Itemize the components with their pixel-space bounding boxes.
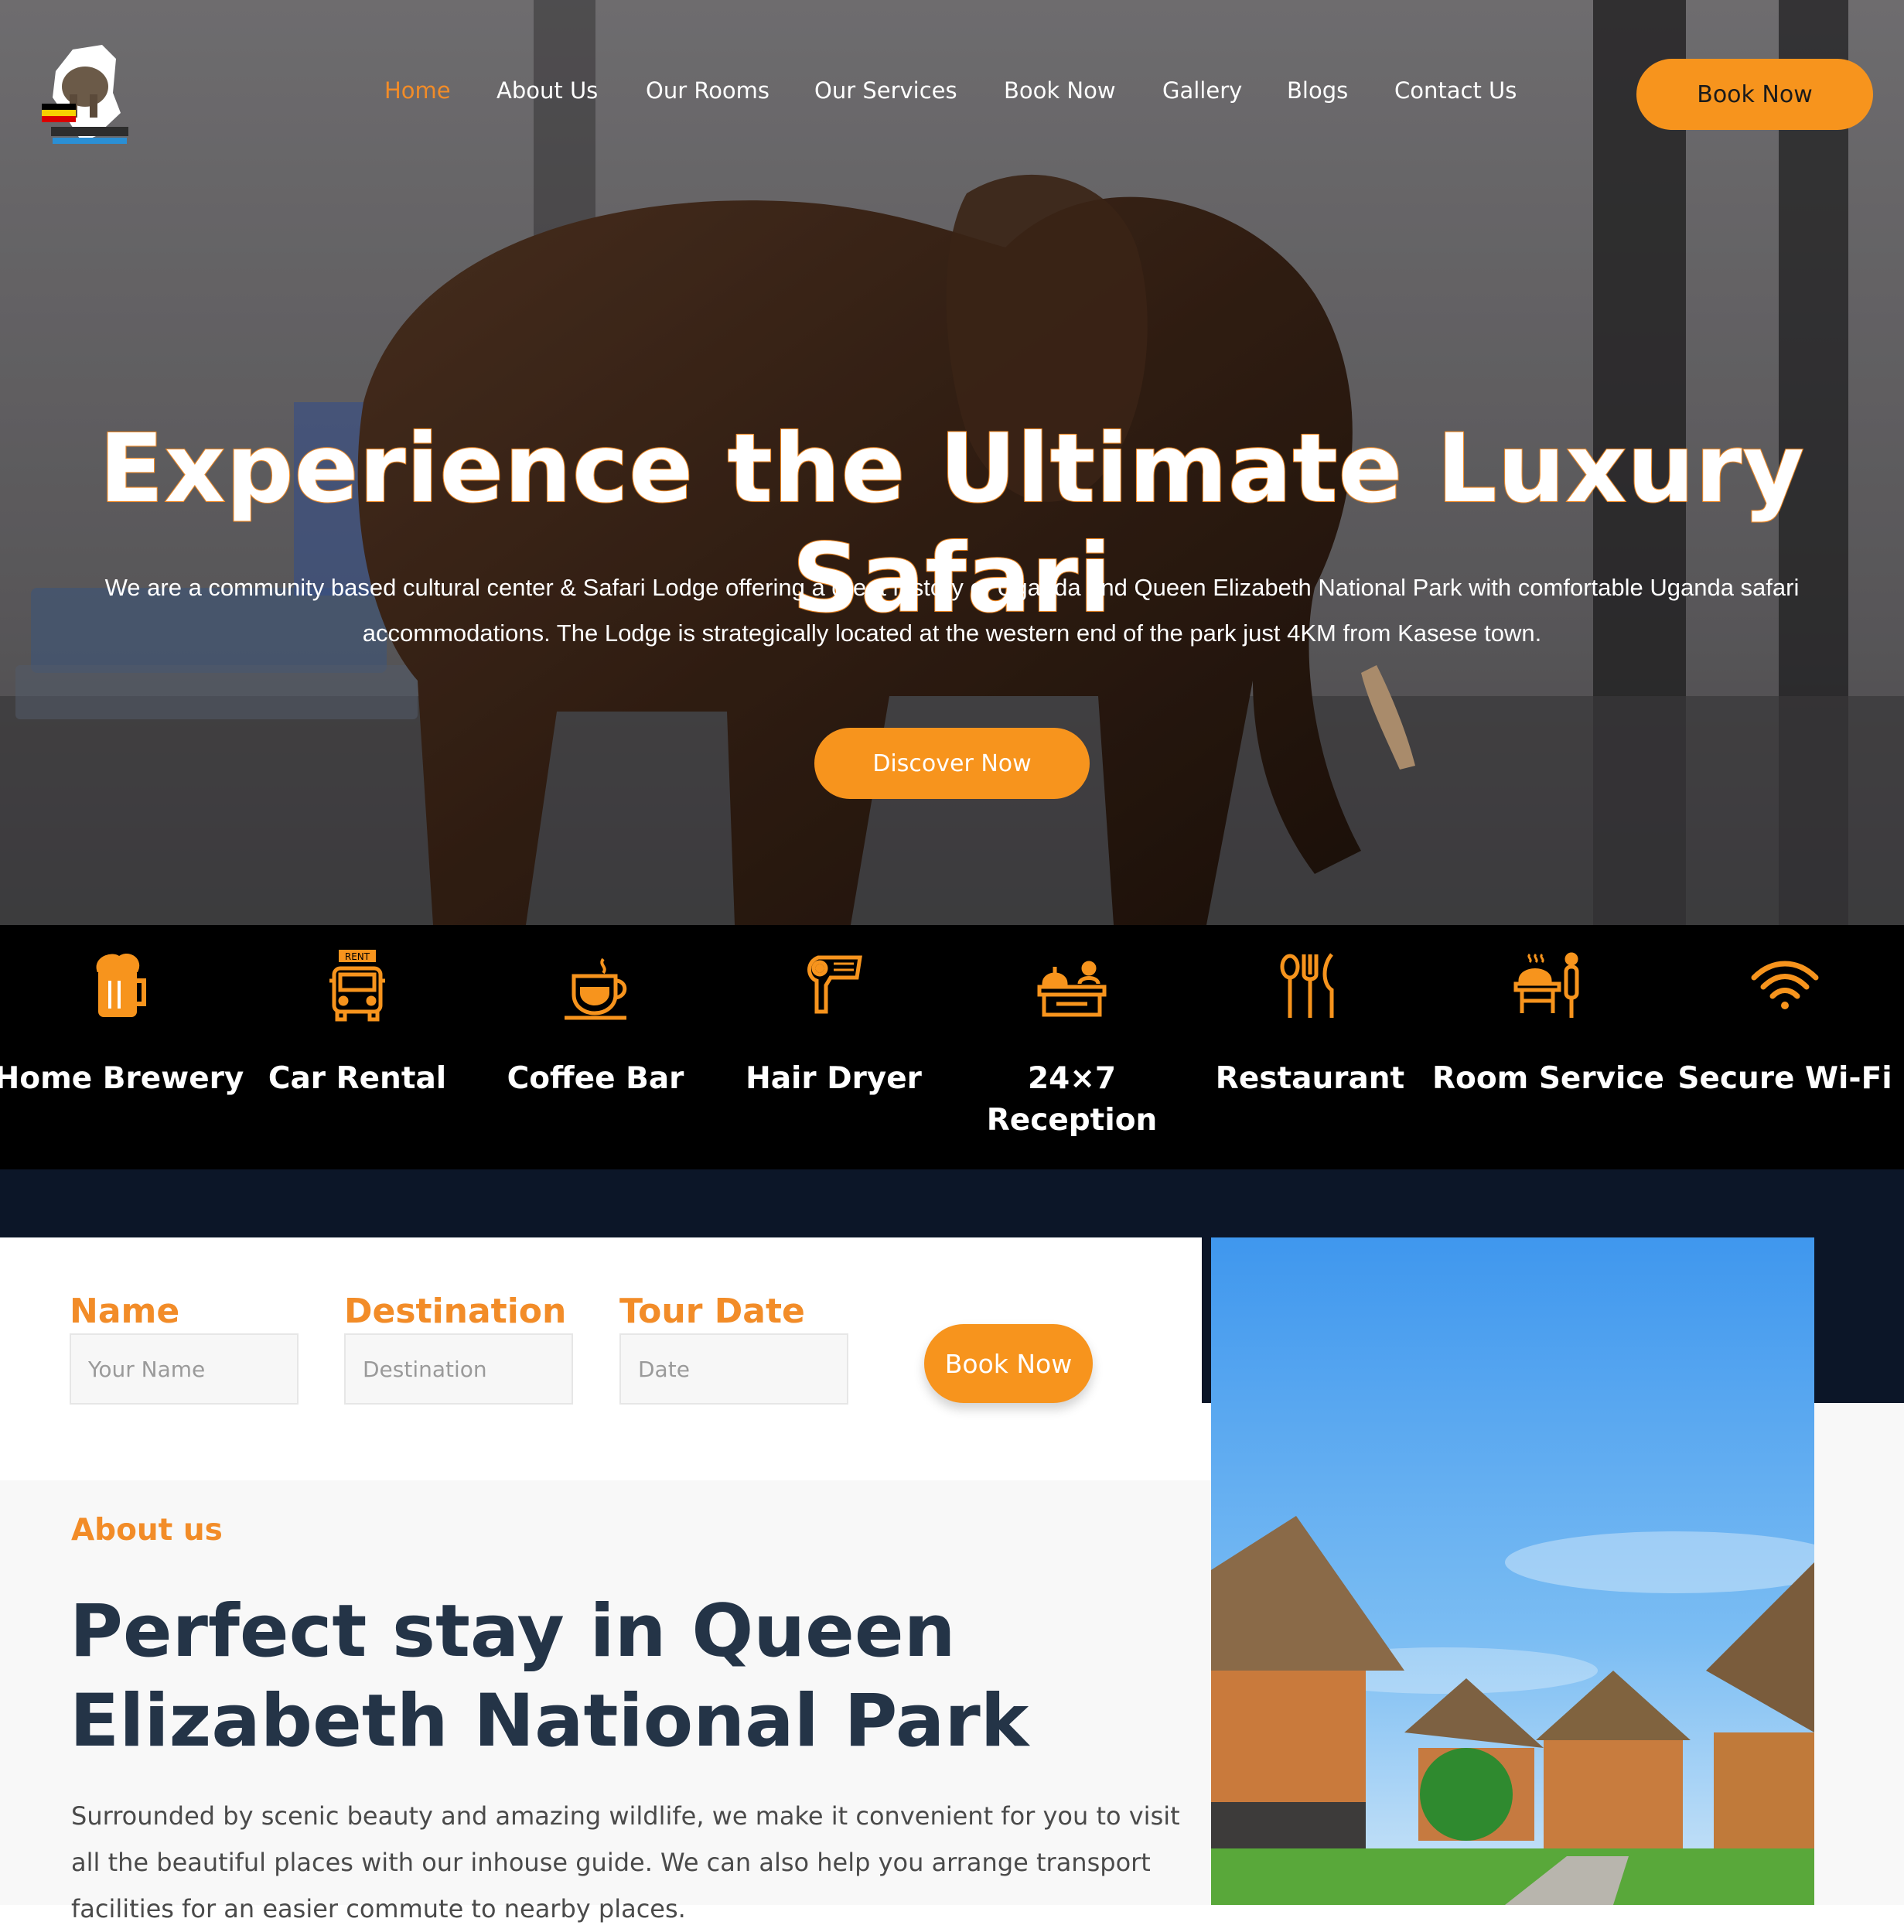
amenity-label: Car Rental [268, 1061, 447, 1096]
tour-date-label: Tour Date [619, 1292, 805, 1331]
nav-our-rooms[interactable]: Our Rooms [646, 77, 769, 104]
amenity-label: Restaurant [1215, 1061, 1405, 1096]
nav-blogs[interactable]: Blogs [1287, 77, 1348, 104]
amenity-reception: 24×7 Reception [953, 925, 1191, 1169]
nav-gallery[interactable]: Gallery [1162, 77, 1242, 104]
amenity-secure-wifi: Secure Wi-Fi [1666, 925, 1904, 1169]
name-input[interactable] [70, 1333, 299, 1405]
amenity-room-service: Room Service [1429, 925, 1667, 1169]
amenity-restaurant: Restaurant [1191, 925, 1429, 1169]
about-title: Perfect stay in Queen Elizabeth National… [70, 1589, 1029, 1763]
nav-home[interactable]: Home [384, 77, 451, 104]
beer-mug-icon [96, 954, 146, 1017]
amenity-label: Room Service [1432, 1061, 1664, 1096]
amenity-hair-dryer: Hair Dryer [715, 925, 953, 1169]
coffee-cup-icon [565, 957, 627, 1020]
booking-form: Name Destination Tour Date Book Now [0, 1237, 1202, 1480]
destination-label: Destination [344, 1292, 567, 1331]
destination-input[interactable] [344, 1333, 573, 1405]
about-section: About us Perfect stay in Queen Elizabeth… [0, 1480, 1211, 1923]
amenity-label: Hair Dryer [746, 1061, 922, 1096]
tour-date-input[interactable] [619, 1333, 848, 1405]
amenity-label: Secure Wi-Fi [1677, 1061, 1892, 1096]
discover-now-button[interactable]: Discover Now [814, 728, 1090, 799]
lodge-huts-image [1211, 1237, 1814, 1905]
about-kicker: About us [71, 1513, 223, 1548]
cutlery-icon [1280, 953, 1334, 1018]
nav-contact-us[interactable]: Contact Us [1394, 77, 1517, 104]
nav-about-us[interactable]: About Us [496, 77, 598, 104]
amenity-label: Coffee Bar [507, 1061, 684, 1096]
amenity-home-brewery: Home Brewery [0, 925, 244, 1169]
header-book-now-button[interactable]: Book Now [1636, 59, 1873, 130]
nav-our-services[interactable]: Our Services [814, 77, 957, 104]
lodge-photo [1211, 1237, 1814, 1905]
nav-book-now[interactable]: Book Now [1004, 77, 1116, 104]
amenity-car-rental: RENT Car Rental [238, 925, 476, 1169]
hero-section: Home About Us Our Rooms Our Services Boo… [0, 0, 1904, 925]
amenity-coffee-bar: Coffee Bar [476, 925, 715, 1169]
photo-side-panel [1814, 1403, 1904, 1905]
booking-submit-button[interactable]: Book Now [924, 1324, 1093, 1403]
main-nav: Home About Us Our Rooms Our Services Boo… [0, 77, 1904, 113]
about-description: Surrounded by scenic beauty and amazing … [71, 1801, 1180, 1923]
name-label: Name [70, 1292, 180, 1331]
hero-description: We are a community based cultural center… [104, 574, 1800, 647]
rent-car-icon: RENT [329, 950, 385, 1022]
amenity-label: Home Brewery [0, 1061, 244, 1096]
amenity-label: 24×7 Reception [986, 1061, 1158, 1138]
reception-desk-icon [1037, 961, 1107, 1017]
svg-text:RENT: RENT [345, 951, 370, 962]
wifi-icon [1751, 961, 1819, 1009]
navy-divider [0, 1169, 1904, 1237]
amenities-bar: Home Brewery RENT Car Rental Coffee Bar [0, 925, 1904, 1169]
hair-dryer-icon [807, 955, 862, 1014]
room-service-icon [1513, 952, 1579, 1018]
